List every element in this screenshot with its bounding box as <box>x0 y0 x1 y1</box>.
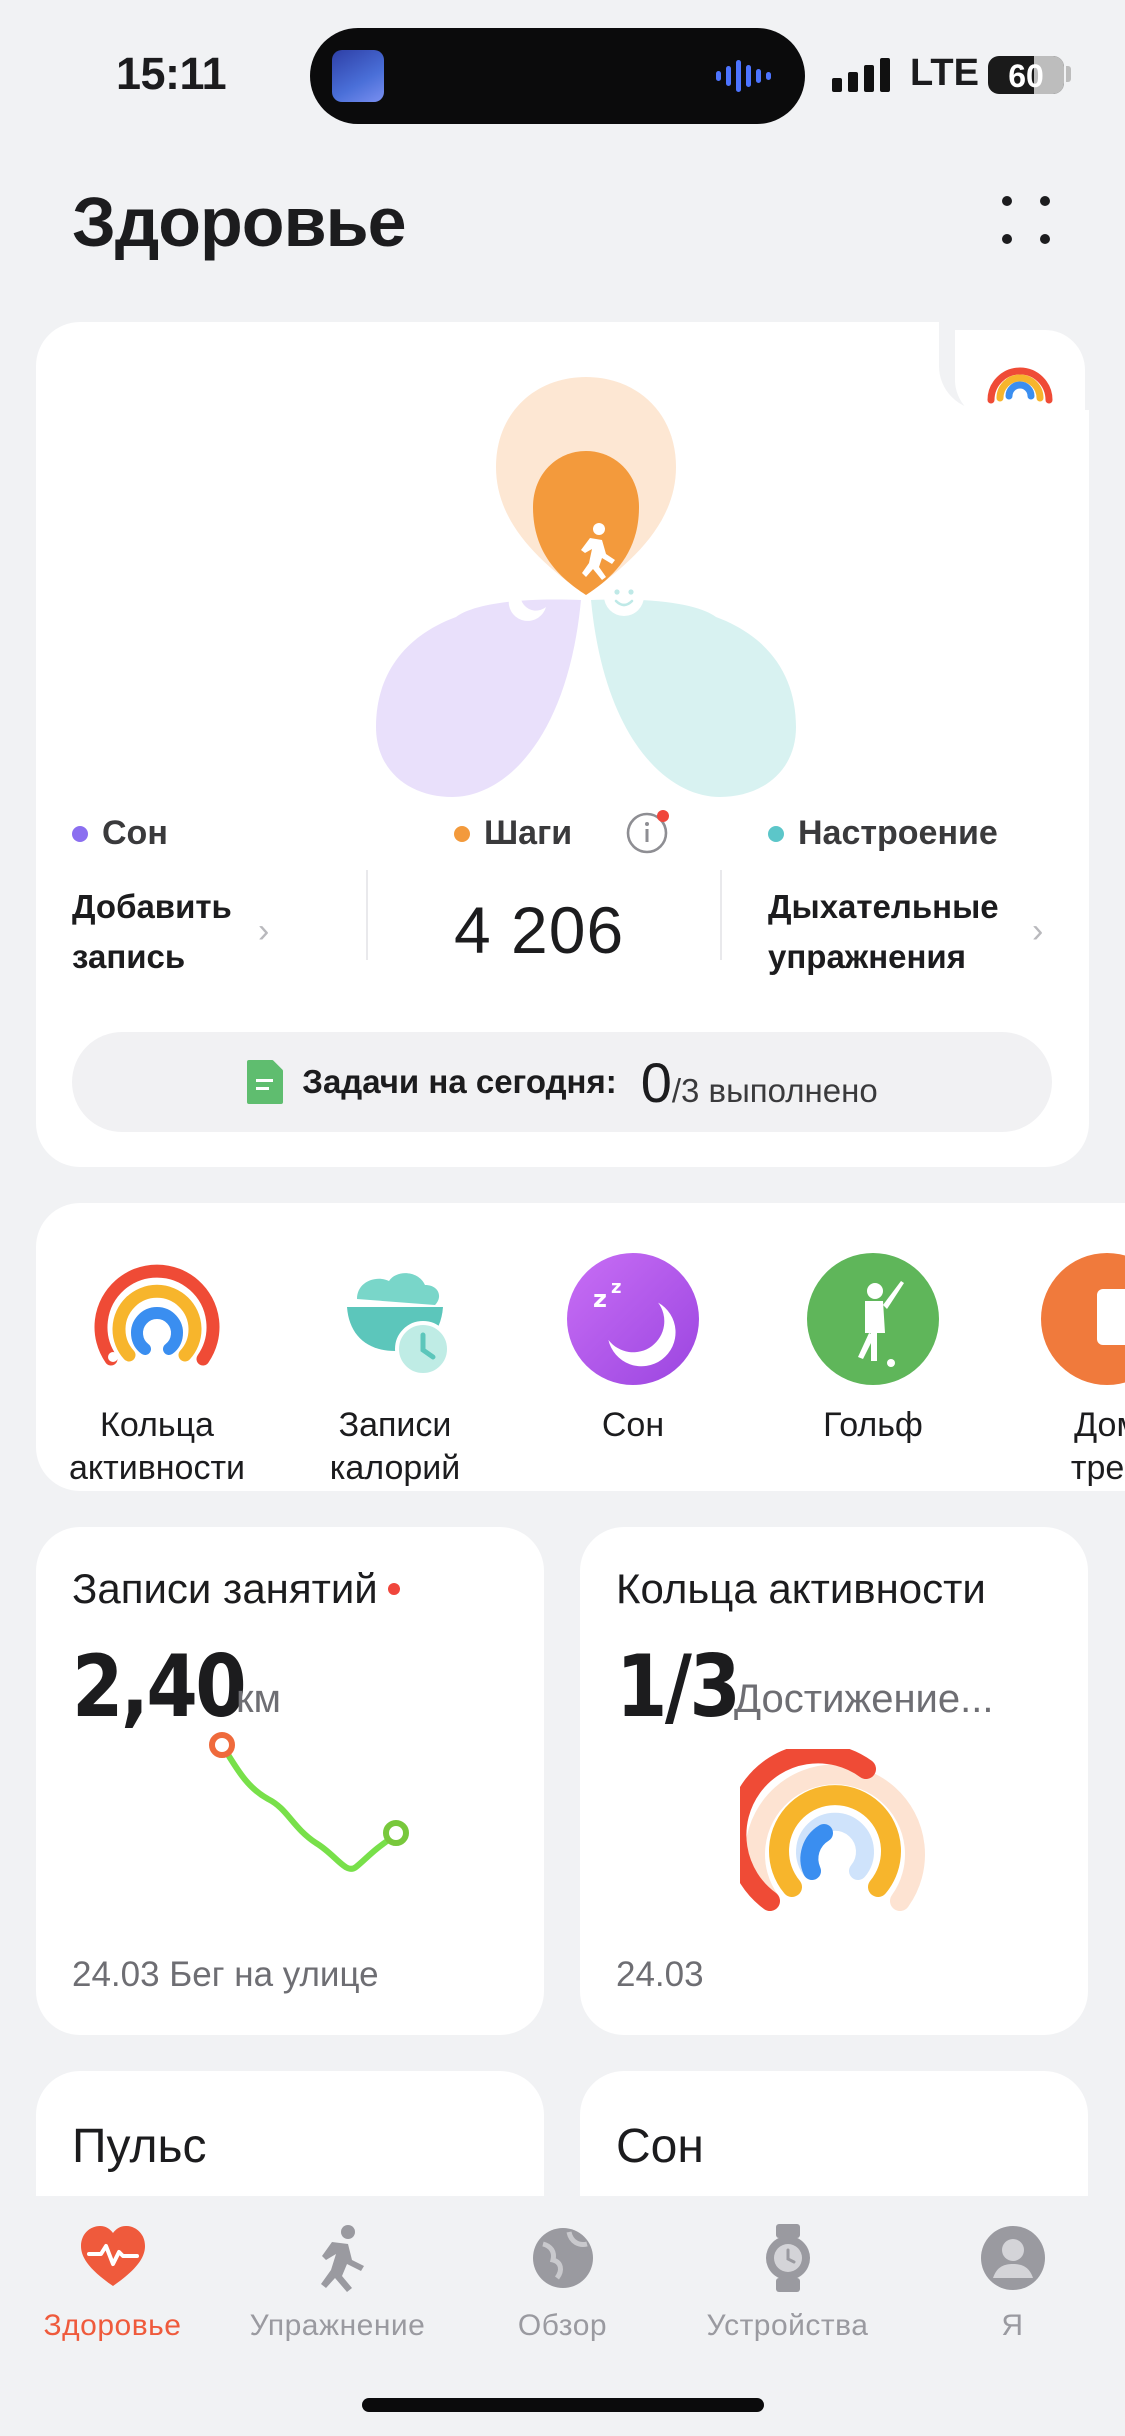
shortcut-label: Домтрен <box>1070 1406 1125 1487</box>
activity-records-card[interactable]: Записи занятий 2,40 км 24.03 Бег на улиц… <box>36 1527 544 2035</box>
health-petals-chart: z z <box>376 377 796 797</box>
tasks-done-count: 0 <box>640 1050 672 1114</box>
tab-label: Здоровье <box>43 2309 182 2342</box>
running-icon <box>320 2225 364 2292</box>
steps-dot <box>454 825 470 842</box>
chevron-right-icon: › <box>258 912 270 950</box>
tab-me[interactable]: Я <box>900 2222 1125 2343</box>
shortcut-label: Гольф <box>823 1406 923 1444</box>
distance-unit: км <box>236 1677 281 1721</box>
add-record-line2: запись <box>72 938 186 975</box>
sleep-dot <box>72 825 88 842</box>
tab-overview[interactable]: Обзор <box>450 2222 675 2343</box>
breathing-line1: Дыхательные <box>768 888 999 925</box>
shortcut-label: Записи калорий <box>329 1406 461 1487</box>
breathing-exercises-link[interactable]: Дыхательные упражнения <box>768 882 999 982</box>
home-workout-icon <box>1041 1253 1125 1385</box>
tasks-label: Задачи на сегодня: <box>302 1063 617 1100</box>
shortcut-golf[interactable]: Гольф <box>758 1251 988 1447</box>
sleep-metric-label: Сон <box>72 814 168 853</box>
screen: 15:11 LTE 60 Здоровье z z Сон Шаги Настр… <box>0 0 1125 2436</box>
now-playing-app-icon <box>332 50 384 102</box>
audio-wave-icon <box>716 58 771 94</box>
sleep-icon: z z <box>567 1253 699 1385</box>
tab-label: Устройства <box>706 2309 869 2342</box>
distance-value: 2,40 <box>72 1637 247 1737</box>
sleep-label: Сон <box>102 814 168 852</box>
tab-health[interactable]: Здоровье <box>0 2222 225 2343</box>
tasks-total: /3 выполнено <box>671 1071 878 1109</box>
add-sleep-record-link[interactable]: Добавить запись <box>72 882 232 982</box>
heart-pulse-icon <box>80 2226 145 2286</box>
chevron-right-icon: › <box>1032 912 1044 950</box>
shortcut-sleep[interactable]: z z Сон <box>518 1251 748 1447</box>
activity-rings-icon <box>987 367 1053 404</box>
shortcut-home-workout[interactable]: Домтрен <box>992 1251 1125 1490</box>
shortcut-label: Сон <box>601 1406 665 1444</box>
mood-petal <box>591 599 796 797</box>
shortcuts-row[interactable]: Кольца активности Записи калорий z z Сон… <box>36 1203 1125 1491</box>
add-record-line1: Добавить <box>72 888 232 925</box>
sleep-petal <box>376 599 581 797</box>
battery-level: 60 <box>1008 58 1044 94</box>
cellular-signal-icon <box>832 56 890 92</box>
more-options-icon[interactable] <box>998 192 1054 248</box>
rings-subtitle: Достижение... <box>734 1677 994 1721</box>
watch-icon <box>765 2224 810 2292</box>
info-icon[interactable] <box>626 808 672 854</box>
card-title: Кольца активности <box>616 1565 986 1612</box>
activity-rings-badge[interactable] <box>955 330 1085 420</box>
activity-rings-icon <box>94 1264 220 1366</box>
route-map-icon <box>209 1732 409 1872</box>
pulse-card[interactable]: Пульс <box>36 2071 544 2201</box>
globe-icon <box>532 2228 593 2288</box>
shortcut-label: Кольца активности <box>68 1406 246 1487</box>
page-title: Здоровье <box>72 183 407 261</box>
svg-text:z: z <box>593 1285 607 1313</box>
svg-text:z: z <box>508 561 513 572</box>
shortcut-calorie-records[interactable]: Записи калорий <box>280 1251 510 1490</box>
card-title: Сон <box>616 2120 704 2173</box>
mood-label: Настроение <box>798 814 998 852</box>
tab-label: Я <box>1001 2309 1024 2342</box>
tab-devices[interactable]: Устройства <box>675 2222 900 2343</box>
tab-label: Упражнение <box>249 2309 426 2342</box>
svg-text:z: z <box>498 567 505 582</box>
divider <box>366 870 368 960</box>
golf-icon <box>807 1253 939 1385</box>
shortcut-activity-rings[interactable]: Кольца активности <box>42 1251 272 1490</box>
rings-footer: 24.03 <box>616 1955 704 1994</box>
breathing-line2: упражнения <box>768 938 966 975</box>
steps-label: Шаги <box>484 814 573 852</box>
smile-icon <box>604 576 644 616</box>
calorie-records-icon <box>347 1273 451 1377</box>
battery-tip <box>1066 66 1071 82</box>
home-indicator[interactable] <box>362 2398 764 2412</box>
card-title: Записи занятий <box>72 1565 400 1613</box>
today-tasks-button[interactable]: Задачи на сегодня: 0/3 выполнено <box>72 1032 1052 1132</box>
activity-rings-chart <box>740 1749 925 1911</box>
network-type: LTE <box>910 52 979 94</box>
tab-exercise[interactable]: Упражнение <box>225 2222 450 2343</box>
mood-dot <box>768 825 784 842</box>
tab-label: Обзор <box>517 2309 608 2342</box>
divider <box>720 870 722 960</box>
activity-rings-card[interactable]: Кольца активности 1/3 Достижение... 24.0… <box>580 1527 1088 2035</box>
task-document-icon <box>247 1060 284 1104</box>
battery-icon: 60 <box>988 56 1064 94</box>
card-title: Пульс <box>72 2120 207 2173</box>
new-badge-dot <box>387 1583 400 1595</box>
health-summary-card[interactable]: z z Сон Шаги Настроение Добавить запись … <box>36 322 1089 1167</box>
profile-icon <box>980 2226 1045 2290</box>
dynamic-island[interactable] <box>310 28 805 124</box>
rings-value: 1/3 <box>616 1637 741 1737</box>
svg-text:z: z <box>611 1277 621 1298</box>
mood-metric-label: Настроение <box>768 814 998 853</box>
steps-count[interactable]: 4 206 <box>454 892 624 968</box>
steps-metric-label: Шаги <box>454 814 572 853</box>
status-time: 15:11 <box>116 48 227 99</box>
sleep-card[interactable]: Сон <box>580 2071 1088 2201</box>
activity-footer: 24.03 Бег на улице <box>72 1955 379 1994</box>
